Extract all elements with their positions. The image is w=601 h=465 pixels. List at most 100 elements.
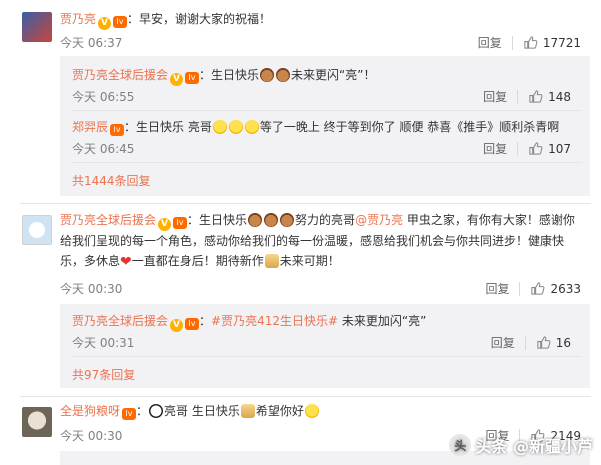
verified-v-icon: V [170, 319, 184, 332]
level-badge-icon: lv [110, 124, 125, 136]
watermark-text: 头条 @新疆小芦 [475, 437, 593, 456]
like-count: 16 [555, 335, 571, 350]
like-button[interactable]: 148 [528, 89, 571, 104]
heart-emoji: ❤ [120, 254, 132, 270]
level-badge-icon: lv [185, 318, 200, 330]
comment-body: 全是狗粮呀 lv： 亮哥 生日快乐 希望你好 [60, 402, 320, 420]
username-link[interactable]: 贾乃亮全球后援会 [60, 213, 156, 227]
username-link[interactable]: 郑羿辰 [72, 120, 108, 134]
like-button[interactable]: 17721 [523, 35, 581, 50]
comment-text: 生日快乐 [199, 213, 248, 227]
reply-button[interactable]: 回复 [483, 140, 507, 157]
watermark: 头 头条 @新疆小芦 [449, 433, 593, 457]
comment-divider [20, 396, 591, 397]
username-link[interactable]: 全是狗粮呀 [60, 404, 120, 418]
like-button[interactable]: 16 [536, 335, 571, 350]
cake-emoji [276, 68, 291, 82]
like-button[interactable]: 2633 [530, 281, 581, 296]
laugh-emoji [244, 120, 259, 134]
reply-text: 未来更闪“亮”！ [291, 68, 376, 82]
candle-emoji [240, 404, 255, 418]
like-count: 148 [548, 89, 571, 104]
comment-text: 一直都在身后！期待新作 [131, 254, 264, 268]
comment-text: 早安，谢谢大家的祝福！ [139, 12, 272, 26]
verified-v-icon: V [170, 73, 184, 86]
thumbs-up-icon [537, 336, 551, 349]
comment-text: 亮哥 生日快乐 [164, 404, 240, 418]
comment-actions: 回复 17721 [478, 34, 581, 51]
avatar[interactable] [22, 215, 52, 245]
cake-emoji [248, 213, 263, 227]
reply-text: 未来更加闪“亮” [338, 314, 427, 328]
reply-actions: 回复 107 [483, 140, 571, 157]
timestamp: 今天 00:31 [72, 336, 135, 350]
comment-body: 贾乃亮全球后援会 Vlv ：生日快乐 努力的亮哥@贾乃亮 甲虫之家，有你有大家！感谢你… [60, 210, 585, 272]
reply-button[interactable]: 回复 [485, 280, 509, 297]
thumbs-up-icon [531, 282, 545, 295]
username-link[interactable]: 贾乃亮全球后援会 [72, 68, 168, 82]
reply-text: 生日快乐 [211, 68, 260, 82]
timestamp: 今天 00:30 [60, 429, 123, 443]
separator: ： [124, 120, 137, 134]
thumbs-up-icon [529, 90, 543, 103]
reply-text: 生日快乐 亮哥 [136, 120, 212, 134]
level-badge-icon: lv [122, 408, 137, 420]
candle-emoji [264, 254, 279, 268]
reply-button[interactable]: 回复 [483, 88, 507, 105]
comment-divider [20, 203, 591, 204]
divider [517, 141, 519, 156]
divider [72, 356, 582, 357]
reply-body: 贾乃亮全球后援会 Vlv ：生日快乐 未来更闪“亮”！ [72, 66, 375, 86]
reply-button[interactable]: 回复 [478, 34, 502, 51]
timestamp: 今天 06:55 [72, 90, 135, 104]
separator: ： [136, 404, 149, 418]
panda-emoji [149, 404, 164, 418]
verified-v-icon: V [158, 218, 172, 231]
comment-body: 贾乃亮 Vlv ：早安，谢谢大家的祝福！ [60, 10, 271, 30]
comment-text: 未来可期！ [279, 254, 340, 268]
comment-text: 希望你好 [255, 404, 304, 418]
avatar[interactable] [22, 12, 52, 42]
divider [72, 110, 582, 111]
divider [511, 35, 513, 50]
separator: ： [199, 68, 212, 82]
reply-actions: 回复 148 [483, 88, 571, 105]
level-badge-icon: lv [113, 16, 128, 28]
more-replies-link[interactable]: 共97条回复 [72, 366, 135, 384]
username-link[interactable]: 贾乃亮 [60, 12, 96, 26]
separator: ： [199, 314, 212, 328]
comment-actions: 回复 2633 [485, 280, 581, 297]
reply-body: 郑羿辰 lv ：生日快乐 亮哥 等了一晚上 终于等到你了 顺便 恭喜《推手》顺利杀青啊 [72, 118, 559, 136]
comment-text: 努力的亮哥 [295, 213, 356, 227]
cake-emoji [260, 68, 275, 82]
mention-link[interactable]: @贾乃亮 [355, 213, 403, 227]
like-count: 17721 [542, 35, 581, 50]
divider [72, 162, 582, 163]
laugh-emoji [304, 404, 319, 418]
reply-actions: 回复 16 [491, 334, 571, 351]
timestamp: 今天 06:37 [60, 36, 123, 50]
thumbs-up-icon [524, 36, 538, 49]
reply-body: 贾乃亮全球后援会 Vlv ：#贾乃亮412生日快乐# 未来更加闪“亮” [72, 312, 426, 332]
divider [524, 335, 526, 350]
divider [517, 89, 519, 104]
level-badge-icon: lv [185, 72, 200, 84]
avatar[interactable] [22, 407, 52, 437]
verified-v-icon: V [98, 17, 112, 30]
separator: ： [127, 12, 140, 26]
reply-text: 等了一晚上 终于等到你了 顺便 恭喜《推手》顺利杀青啊 [259, 120, 560, 134]
cake-emoji [280, 213, 295, 227]
separator: ： [187, 213, 200, 227]
more-replies-link[interactable]: 共1444条回复 [72, 172, 151, 190]
toutiao-logo-icon: 头 [449, 434, 472, 456]
like-count: 107 [548, 141, 571, 156]
cake-emoji [264, 213, 279, 227]
username-link[interactable]: 贾乃亮全球后援会 [72, 314, 168, 328]
timestamp: 今天 00:30 [60, 282, 123, 296]
hashtag-link[interactable]: #贾乃亮412生日快乐# [211, 314, 338, 328]
like-count: 2633 [550, 281, 581, 296]
like-button[interactable]: 107 [528, 141, 571, 156]
level-badge-icon: lv [173, 217, 188, 229]
laugh-emoji [228, 120, 243, 134]
reply-button[interactable]: 回复 [491, 334, 515, 351]
